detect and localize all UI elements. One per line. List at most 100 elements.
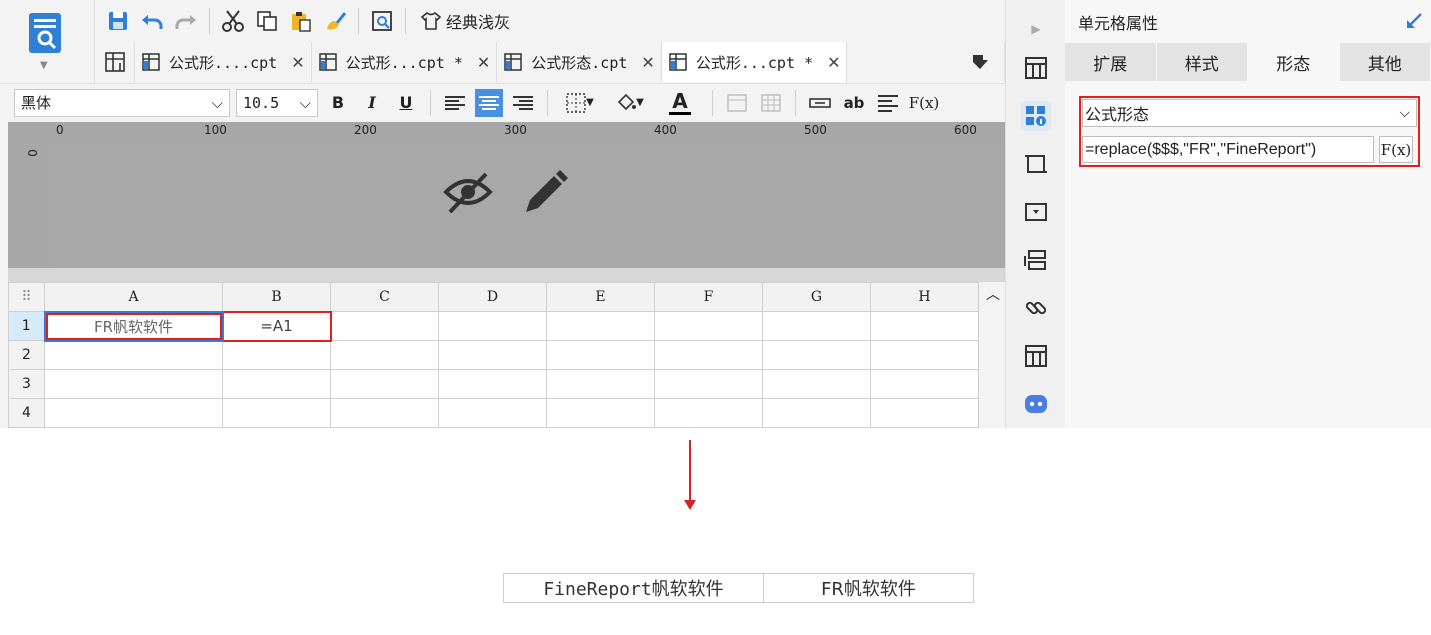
chevron-down-icon[interactable]: ▼ (40, 60, 48, 71)
cell[interactable] (870, 311, 979, 341)
tab-template-2[interactable]: 公式形...cpt * ✕ (312, 42, 498, 82)
cell-a1[interactable]: FR帆软软件 (43, 310, 224, 342)
cell[interactable] (438, 340, 547, 370)
form-property-icon[interactable] (1021, 341, 1051, 371)
cell[interactable] (546, 311, 655, 341)
cell[interactable] (654, 311, 763, 341)
cell[interactable] (330, 311, 439, 341)
cell[interactable] (330, 398, 439, 428)
link-icon[interactable] (1021, 293, 1051, 323)
cell[interactable] (222, 340, 331, 370)
widget-property-icon[interactable] (1021, 197, 1051, 227)
column-header-b[interactable]: B (222, 282, 331, 312)
font-family-select[interactable]: 黑体 ⌵ (14, 88, 230, 117)
column-header-e[interactable]: E (546, 282, 655, 312)
formula-input[interactable]: =replace($$$,"FR","FineReport") (1082, 136, 1374, 163)
close-icon[interactable]: ✕ (827, 53, 840, 72)
text-align-button[interactable] (874, 89, 902, 117)
column-header-d[interactable]: D (438, 282, 547, 312)
parameter-pane[interactable] (54, 144, 1005, 268)
cell[interactable] (762, 311, 871, 341)
preview-icon[interactable] (367, 6, 397, 36)
pencil-icon[interactable] (520, 168, 568, 216)
cut-icon[interactable] (218, 6, 248, 36)
tab-list-button[interactable] (955, 42, 1005, 82)
tab-template-4[interactable]: 公式形...cpt * ✕ (661, 42, 848, 82)
theme-button[interactable]: 经典浅灰 (414, 6, 516, 36)
chevron-right-icon[interactable]: ▶ (1021, 14, 1051, 44)
italic-button[interactable]: I (358, 89, 386, 117)
copy-icon[interactable] (252, 6, 282, 36)
cell[interactable] (654, 340, 763, 370)
cell[interactable] (438, 311, 547, 341)
redo-icon[interactable] (171, 6, 201, 36)
cell[interactable] (438, 369, 547, 399)
font-size-select[interactable]: 10.5 ⌵ (236, 88, 318, 117)
cell[interactable] (44, 340, 223, 370)
column-header-c[interactable]: C (330, 282, 439, 312)
undo-icon[interactable] (137, 6, 167, 36)
cell[interactable] (546, 340, 655, 370)
align-left-button[interactable] (441, 89, 469, 117)
new-template-button[interactable] (95, 42, 135, 82)
tab-template-1[interactable]: 公式形....cpt ✕ (135, 42, 312, 82)
dock-arrow-icon[interactable] (1405, 12, 1423, 30)
cell[interactable] (762, 398, 871, 428)
tab-style[interactable]: 样式 (1156, 43, 1248, 81)
cell-property-icon[interactable] (1021, 101, 1051, 131)
cell[interactable] (222, 369, 331, 399)
cell[interactable] (654, 369, 763, 399)
assistant-robot-icon[interactable] (1021, 389, 1051, 419)
cell[interactable] (44, 398, 223, 428)
select-all-corner[interactable]: ⠿ (8, 282, 45, 312)
cell[interactable] (870, 340, 979, 370)
column-header-h[interactable]: H (870, 282, 979, 312)
wrap-text-button[interactable]: ab (840, 89, 868, 117)
align-center-button[interactable] (475, 88, 503, 117)
cell[interactable] (762, 340, 871, 370)
save-icon[interactable] (103, 6, 133, 36)
fill-color-button[interactable]: ▼ (608, 89, 652, 117)
align-right-button[interactable] (509, 89, 537, 117)
close-icon[interactable]: ✕ (291, 53, 304, 72)
cell-b1[interactable]: =A1 (221, 310, 332, 342)
tab-expand[interactable]: 扩展 (1065, 43, 1157, 81)
text-color-button[interactable]: A (658, 89, 702, 117)
cell[interactable] (870, 369, 979, 399)
vertical-scrollbar[interactable]: ︿ (978, 282, 1005, 428)
close-icon[interactable]: ✕ (477, 53, 490, 72)
underline-button[interactable]: U (392, 89, 420, 117)
tab-template-3[interactable]: 公式形态.cpt ✕ (497, 42, 662, 82)
cell[interactable] (330, 369, 439, 399)
paste-icon[interactable] (286, 6, 316, 36)
tab-other[interactable]: 其他 (1339, 43, 1431, 81)
merge-cells-button[interactable] (723, 89, 751, 117)
row-header[interactable]: 2 (8, 340, 45, 370)
eye-off-icon[interactable] (442, 168, 494, 216)
shrink-button[interactable] (806, 89, 834, 117)
row-header[interactable]: 3 (8, 369, 45, 399)
chevron-up-icon[interactable]: ︿ (986, 284, 1000, 304)
condition-property-icon[interactable] (1021, 245, 1051, 275)
formula-editor-button[interactable]: F(x) (1379, 136, 1413, 163)
column-header-a[interactable]: A (44, 282, 223, 312)
presentation-type-select[interactable]: 公式形态 ⌵ (1082, 99, 1417, 127)
format-painter-icon[interactable] (320, 6, 350, 36)
cell[interactable] (222, 398, 331, 428)
close-icon[interactable]: ✕ (641, 53, 654, 72)
cell[interactable] (330, 340, 439, 370)
formula-button[interactable]: F(x) (908, 89, 940, 117)
cell[interactable] (546, 398, 655, 428)
row-header[interactable]: 4 (8, 398, 45, 428)
column-header-g[interactable]: G (762, 282, 871, 312)
tab-presentation[interactable]: 形态 (1248, 43, 1340, 81)
cell-element-icon[interactable] (1021, 149, 1051, 179)
cell[interactable] (44, 369, 223, 399)
split-cells-button[interactable] (757, 89, 785, 117)
cell[interactable] (546, 369, 655, 399)
row-header[interactable]: 1 (8, 311, 45, 341)
bold-button[interactable]: B (324, 89, 352, 117)
column-header-f[interactable]: F (654, 282, 763, 312)
cell[interactable] (438, 398, 547, 428)
cell[interactable] (870, 398, 979, 428)
